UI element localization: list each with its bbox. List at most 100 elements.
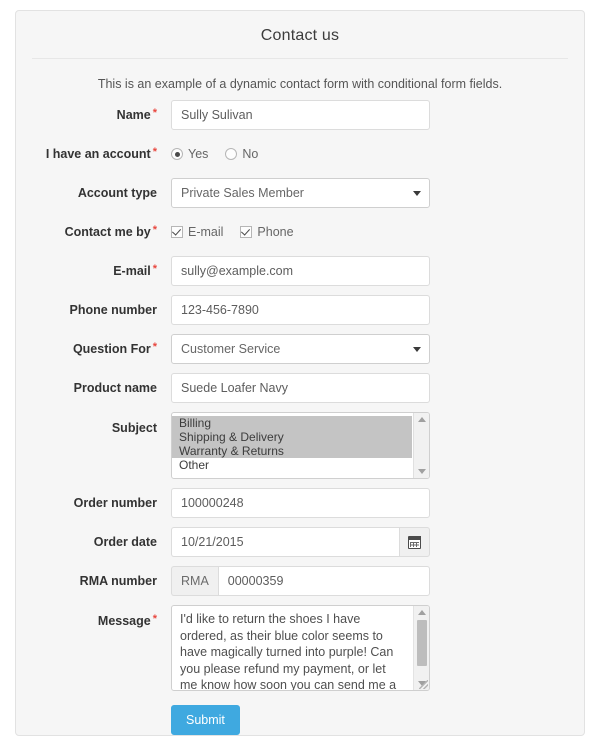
label-order-number: Order number [73,496,157,510]
subject-option-warranty[interactable]: Warranty & Returns [172,444,412,458]
order-date-input[interactable]: 10/21/2015 [171,527,399,557]
label-have-account: I have an account * [32,139,171,162]
chevron-down-icon [413,347,421,352]
control-product-name: Suede Loafer Navy [171,373,568,403]
page-title: Contact us [260,27,340,44]
message-textarea-value: I'd like to return the shoes I have orde… [180,612,397,691]
date-picker-button[interactable] [399,527,430,557]
account-type-selected-value: Private Sales Member [181,186,304,200]
control-rma-number: RMA 00000359 [171,566,568,596]
subject-option-billing[interactable]: Billing [172,416,412,430]
label-order-date: Order date [93,535,157,549]
control-order-number: 100000248 [171,488,568,518]
subject-option-shipping[interactable]: Shipping & Delivery [172,430,412,444]
scroll-down-arrow-icon[interactable] [418,469,426,474]
label-account-type: Account type [77,186,157,200]
control-question-for: Customer Service [171,334,568,364]
field-row-account-type: Account type Private Sales Member [16,178,584,208]
control-account-type: Private Sales Member [171,178,568,208]
resize-handle-icon[interactable] [419,680,428,689]
subject-multiselect[interactable]: Billing Shipping & Delivery Warranty & R… [171,412,430,479]
required-marker: * [152,146,157,158]
rma-prefix-addon: RMA [171,566,218,596]
field-row-rma-number: RMA number RMA 00000359 [16,566,584,596]
label-name: Name * [32,100,171,123]
control-have-account: Yes No [171,139,568,169]
radio-group-have-account: Yes No [171,139,568,169]
required-marker: * [152,224,157,236]
label-product-name: Product name [73,381,157,395]
required-marker: * [152,107,157,119]
rma-input-group: RMA 00000359 [171,566,430,596]
form-intro-text: This is an example of a dynamic contact … [97,77,503,91]
submit-button[interactable]: Submit [171,705,240,735]
field-row-product-name: Product name Suede Loafer Navy [16,373,584,403]
radio-label-no: No [242,147,259,161]
control-order-date: 10/21/2015 [171,527,568,557]
radio-option-no[interactable]: No [225,147,258,161]
question-for-select[interactable]: Customer Service [171,334,430,364]
checkbox-icon-email[interactable] [171,226,183,238]
name-input[interactable]: Sully Sulivan [171,100,430,130]
label-rma-number: RMA number [79,574,157,588]
order-number-input[interactable]: 100000248 [171,488,430,518]
checkbox-option-email[interactable]: E-mail [171,225,223,239]
label-question-for: Question For * [32,334,171,357]
phone-input[interactable]: 123-456-7890 [171,295,430,325]
label-name-text: Name [116,108,151,122]
chevron-down-icon [413,191,421,196]
field-row-order-number: Order number 100000248 [16,488,584,518]
message-textarea[interactable]: I'd like to return the shoes I have orde… [171,605,430,691]
required-marker: * [152,613,157,625]
submit-row: Submit [16,705,584,735]
field-row-email: E-mail * sully@example.com [16,256,584,286]
question-for-selected-value: Customer Service [181,342,281,356]
label-phone: Phone number [69,303,157,317]
control-phone: 123-456-7890 [171,295,568,325]
checkbox-group-contact-me-by: E-mail Phone [171,217,568,247]
control-message: I'd like to return the shoes I have orde… [171,605,568,691]
field-row-order-date: Order date 10/21/2015 [16,527,584,557]
checkbox-label-phone: Phone [257,225,294,239]
field-row-phone: Phone number 123-456-7890 [16,295,584,325]
product-name-input[interactable]: Suede Loafer Navy [171,373,430,403]
subject-option-other[interactable]: Other [172,458,412,472]
radio-icon-yes[interactable] [171,148,183,160]
label-subject: Subject [111,421,157,435]
label-email: E-mail * [32,256,171,279]
field-row-question-for: Question For * Customer Service [16,334,584,364]
label-question-for-text: Question For [72,342,151,356]
checkbox-option-phone[interactable]: Phone [240,225,294,239]
submit-spacer [32,705,171,735]
checkbox-icon-phone[interactable] [240,226,253,238]
label-have-account-text: I have an account [45,147,151,161]
control-contact-me-by: E-mail Phone [171,217,568,247]
label-contact-me-by-text: Contact me by [64,225,151,239]
rma-number-input[interactable]: 00000359 [217,566,430,596]
subject-scrollbar[interactable] [413,413,429,478]
control-subject: Billing Shipping & Delivery Warranty & R… [171,412,568,479]
field-row-have-account: I have an account * Yes No [16,139,584,169]
radio-option-yes[interactable]: Yes [171,147,208,161]
radio-label-yes: Yes [188,147,209,161]
field-row-name: Name * Sully Sulivan [16,100,584,130]
label-email-text: E-mail [113,264,151,278]
calendar-icon [408,535,421,549]
contact-form-panel: Contact us This is an example of a dynam… [15,10,585,736]
label-contact-me-by: Contact me by * [32,217,171,240]
field-row-message: Message * I'd like to return the shoes I … [16,605,584,691]
order-date-input-group: 10/21/2015 [171,527,430,557]
required-marker: * [152,263,157,275]
message-scrollbar[interactable] [413,606,429,690]
email-input[interactable]: sully@example.com [171,256,430,286]
radio-icon-no[interactable] [225,148,238,160]
field-row-subject: Subject Billing Shipping & Delivery Warr… [16,412,584,479]
scrollbar-thumb[interactable] [417,620,427,666]
label-message-text: Message [97,614,151,628]
control-email: sully@example.com [171,256,568,286]
scroll-up-arrow-icon[interactable] [418,610,426,615]
scroll-up-arrow-icon[interactable] [418,417,426,422]
field-row-contact-me-by: Contact me by * E-mail Phone [16,217,584,247]
checkbox-label-email: E-mail [188,225,224,239]
account-type-select[interactable]: Private Sales Member [171,178,430,208]
